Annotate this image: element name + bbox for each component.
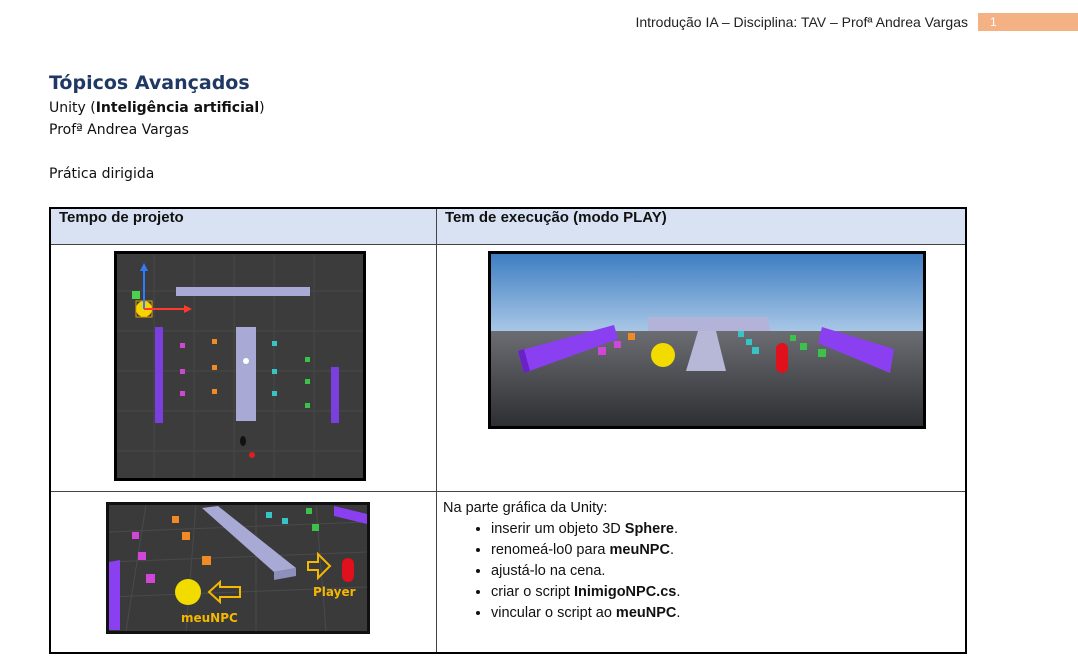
step-item: criar o script InimigoNPC.cs.: [491, 582, 959, 603]
document-title: Tópicos Avançados: [49, 72, 250, 94]
subtitle-prefix: Unity (: [49, 100, 96, 116]
steps-list: inserir um objeto 3D Sphere. renomeá-lo0…: [443, 519, 959, 624]
page-header: Introdução IA – Disciplina: TAV – Profª …: [635, 12, 1078, 32]
instructions-cell: Na parte gráfica da Unity: inserir um ob…: [436, 491, 967, 654]
design-time-scene-image: [114, 251, 366, 481]
header-text: Introdução IA – Disciplina: TAV – Profª …: [635, 14, 968, 30]
section-label: Prática dirigida: [49, 166, 155, 182]
col2-header: Tem de execução (modo PLAY): [436, 207, 967, 245]
instructions: Na parte gráfica da Unity: inserir um ob…: [437, 492, 965, 624]
author-line: Profª Andrea Vargas: [49, 122, 189, 138]
step-item: inserir um objeto 3D Sphere.: [491, 519, 959, 540]
subtitle-suffix: ): [259, 100, 265, 116]
npc-label: meuNPC: [181, 611, 238, 625]
step-item: ajustá-lo na cena.: [491, 561, 959, 582]
play-mode-cell: [436, 244, 967, 492]
design-time-cell: [49, 244, 437, 492]
annotated-scene-image: Player meuNPC: [106, 502, 370, 634]
step-item: renomeá-lo0 para meuNPC.: [491, 540, 959, 561]
player-label: Player: [313, 585, 356, 599]
instructions-intro: Na parte gráfica da Unity:: [443, 500, 608, 516]
step-item: vincular o script ao meuNPC.: [491, 603, 959, 624]
page-number: 1: [978, 13, 1078, 31]
subtitle-bold: Inteligência artificial: [95, 100, 260, 116]
practice-table: Tempo de projeto Tem de execução (modo P…: [49, 207, 967, 654]
subtitle-line: Unity (Inteligência artificial): [49, 100, 265, 116]
play-mode-scene-image: [488, 251, 926, 429]
col1-header: Tempo de projeto: [49, 207, 437, 245]
annotated-cell: Player meuNPC: [49, 491, 437, 654]
